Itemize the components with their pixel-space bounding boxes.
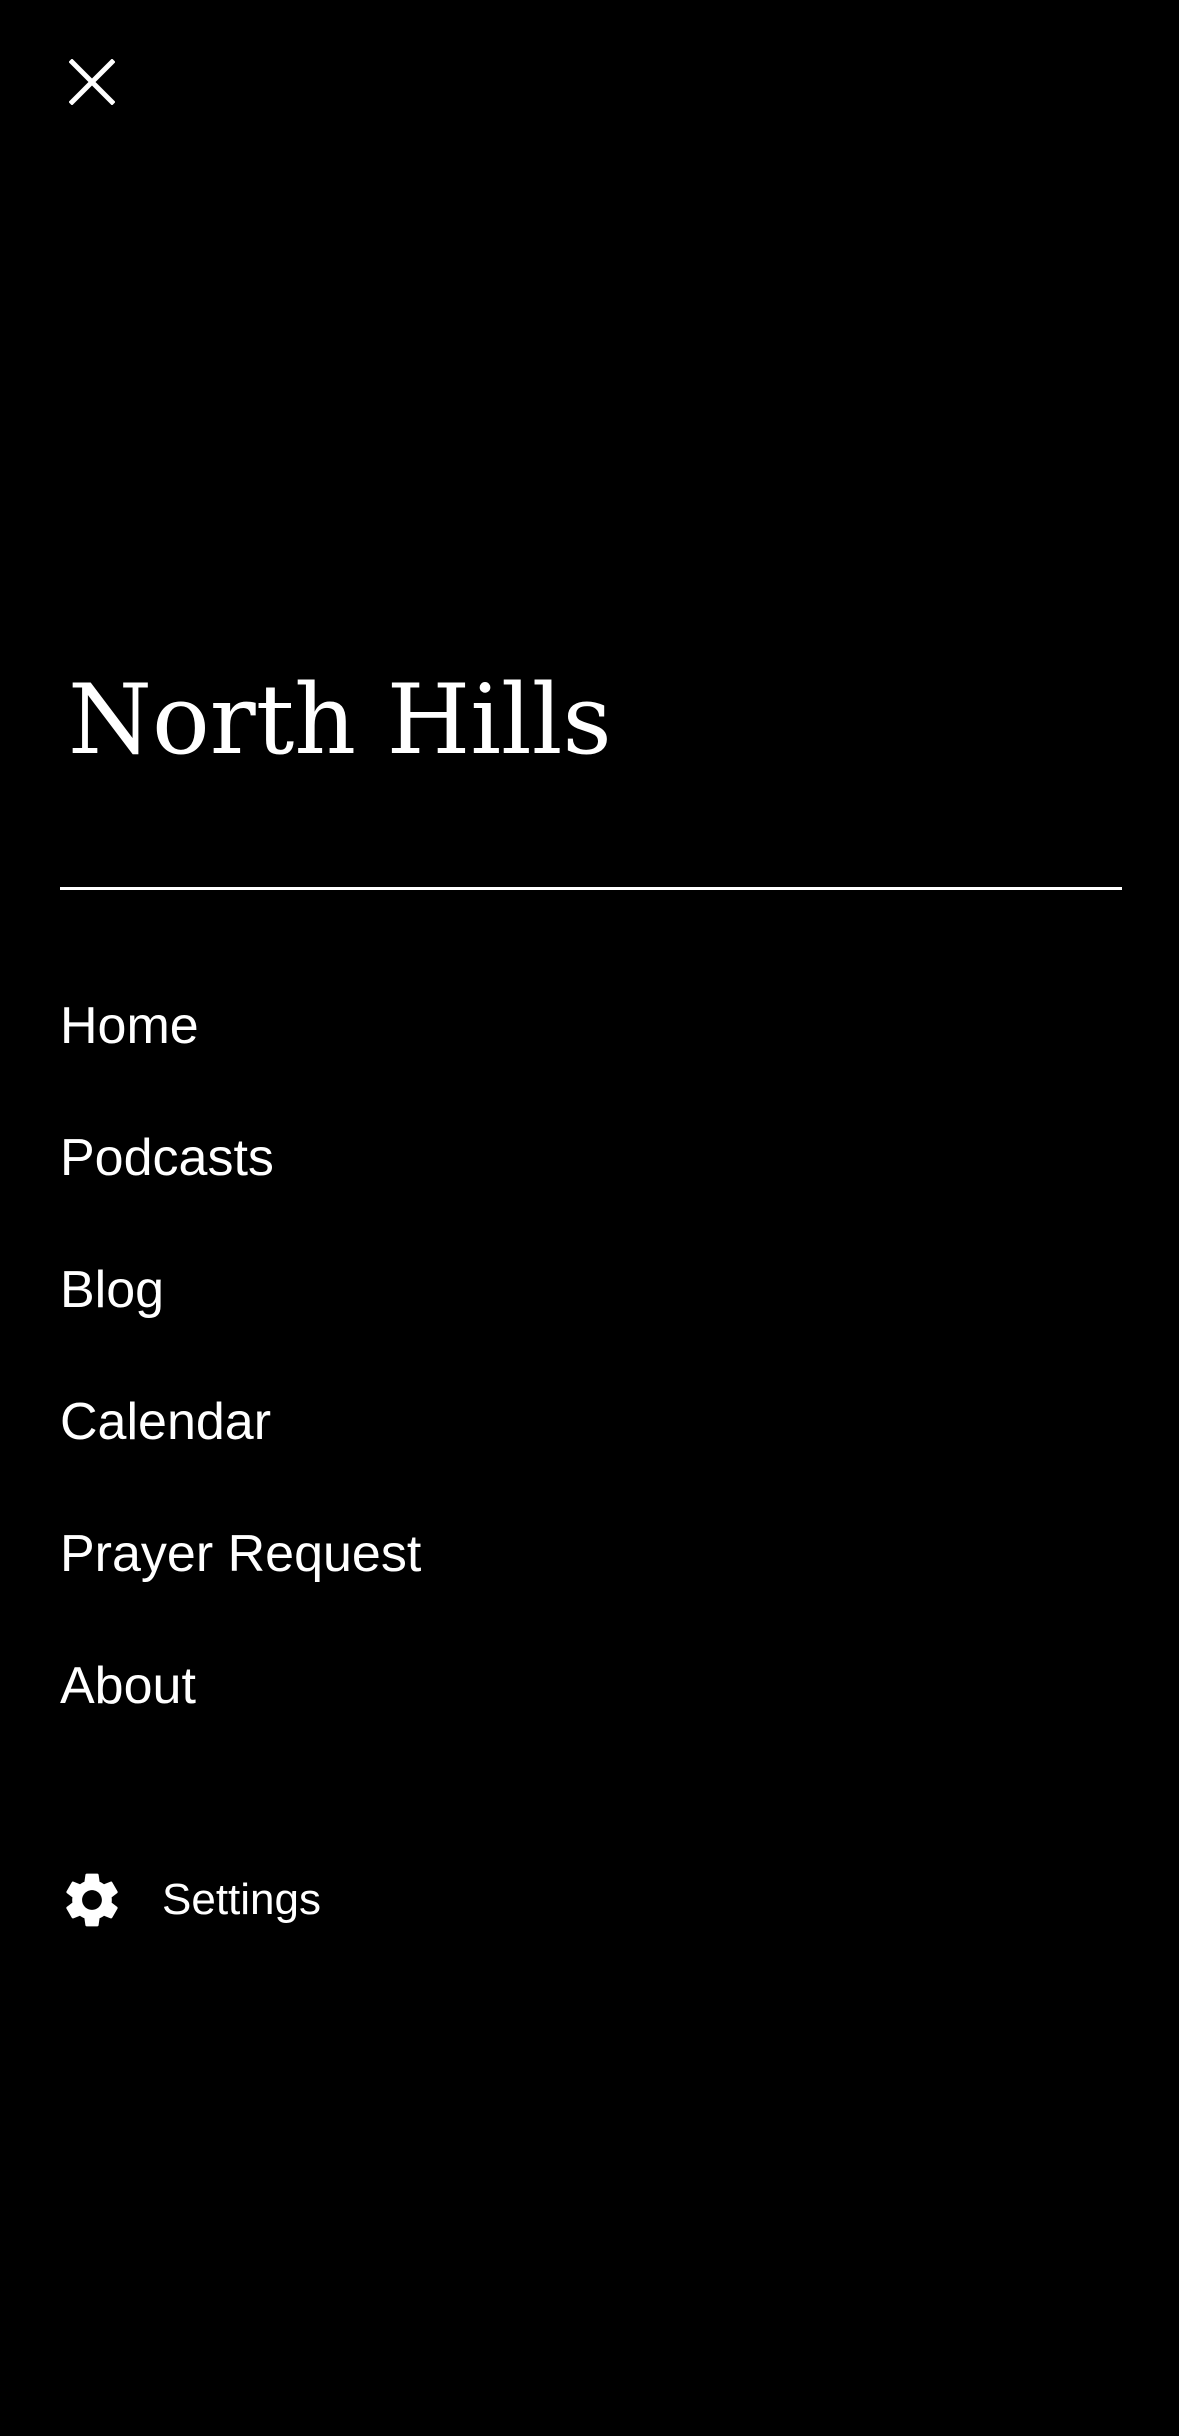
- gear-icon: [58, 1866, 126, 1934]
- drawer-title: North Hills: [68, 664, 612, 776]
- drawer-nav: Home Podcasts Blog Calendar Prayer Reque…: [60, 960, 1122, 1752]
- settings-label: Settings: [162, 1875, 321, 1924]
- nav-item-calendar[interactable]: Calendar: [60, 1356, 1122, 1488]
- close-icon: [69, 59, 115, 105]
- close-button[interactable]: [57, 47, 127, 117]
- nav-item-prayer-request[interactable]: Prayer Request: [60, 1488, 1122, 1620]
- nav-item-about[interactable]: About: [60, 1620, 1122, 1752]
- divider: [60, 887, 1122, 890]
- nav-item-blog[interactable]: Blog: [60, 1224, 1122, 1356]
- nav-item-podcasts[interactable]: Podcasts: [60, 1092, 1122, 1224]
- settings-button[interactable]: Settings: [58, 1860, 321, 1940]
- nav-item-home[interactable]: Home: [60, 960, 1122, 1092]
